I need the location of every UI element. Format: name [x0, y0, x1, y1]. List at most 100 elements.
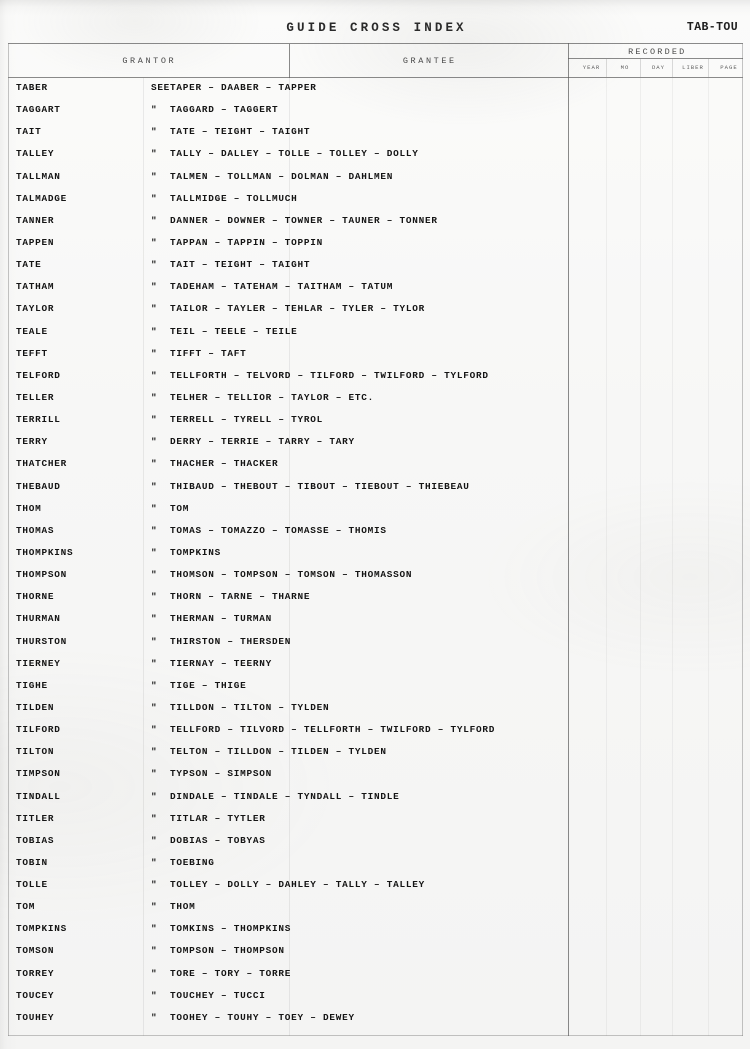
- grantee-variants: TIFFT – TAFT: [170, 347, 247, 359]
- table-row: TAIT " TATE – TEIGHT – TAIGHT: [8, 122, 743, 144]
- table-row: TAPPEN " TAPPAN – TAPPIN – TOPPIN: [8, 233, 743, 255]
- grantor-name: THEBAUD: [16, 480, 61, 492]
- grantee-variants: TOUCHEY – TUCCI: [170, 989, 266, 1001]
- table-row: TOBIAS " DOBIAS – TOBYAS: [8, 831, 743, 853]
- grantee-variants: TOOHEY – TOUHY – TOEY – DEWEY: [170, 1011, 355, 1023]
- grantor-name: TATE: [16, 259, 42, 271]
- table-row: TABER SEE TAPER – DAABER – TAPPER: [8, 78, 743, 100]
- table-row: TITLER " TITLAR – TYTLER: [8, 809, 743, 831]
- table-row: TOMPKINS " TOMKINS – THOMPKINS: [8, 919, 743, 941]
- table-row: TATHAM " TADEHAM – TATEHAM – TAITHAM – TAT…: [8, 277, 743, 299]
- grantor-name: TEALE: [16, 325, 48, 337]
- grantee-variants: DANNER – DOWNER – TOWNER – TAUNER – TONN…: [170, 214, 438, 226]
- grantor-name: TATHAM: [16, 281, 55, 293]
- grantor-name: THATCHER: [16, 458, 68, 470]
- table-row: TORREY " TORE – TORY – TORRE: [8, 964, 743, 986]
- table-row: THEBAUD " THIBAUD – THEBOUT – TIBOUT – TIE…: [8, 477, 743, 499]
- grantor-name: TIERNEY: [16, 657, 61, 669]
- grantor-name: TINDALL: [16, 790, 61, 802]
- grantor-name: TILFORD: [16, 724, 61, 736]
- grantee-variants: THOM: [170, 901, 196, 913]
- grantee-variants: TERRELL – TYRELL – TYROL: [170, 414, 324, 426]
- table-row: TERRILL " TERRELL – TYRELL – TYROL: [8, 410, 743, 432]
- grantor-name: TANNER: [16, 214, 55, 226]
- grantor-name: THORNE: [16, 591, 55, 603]
- grantor-name: TOM: [16, 901, 36, 913]
- table-row: TAGGART " TAGGARD – TAGGERT: [8, 100, 743, 122]
- grantee-variants: TIGE – THIGE: [170, 679, 247, 691]
- table-row: THATCHER " THACHER – THACKER: [8, 454, 743, 476]
- grantor-name: THOMAS: [16, 524, 55, 536]
- rule-bottom: [8, 1035, 743, 1036]
- grantee-variants: TAPPAN – TAPPIN – TOPPIN: [170, 236, 324, 248]
- grantor-name: TIGHE: [16, 679, 48, 691]
- grantor-name: TIMPSON: [16, 768, 61, 780]
- grantor-name: TOLLE: [16, 879, 48, 891]
- tab-range-label: TAB-TOU: [686, 21, 738, 34]
- grantor-name: TORREY: [16, 967, 55, 979]
- grantee-variants: TOEBING: [170, 856, 215, 868]
- grantee-variants: THACHER – THACKER: [170, 458, 279, 470]
- column-header-mo: MO: [620, 64, 630, 71]
- table-row: TOUHEY " TOOHEY – TOUHY – TOEY – DEWEY: [8, 1008, 743, 1030]
- grantee-variants: TORE – TORY – TORRE: [170, 967, 292, 979]
- grantor-name: TELLER: [16, 391, 55, 403]
- grantor-name: TAYLOR: [16, 303, 55, 315]
- table-row: TELLER " TELHER – TELLIOR – TAYLOR – ETC.: [8, 388, 743, 410]
- grantee-variants: TELLFORD – TILVORD – TELLFORTH – TWILFOR…: [170, 724, 496, 736]
- grantee-variants: TELTON – TILLDON – TILDEN – TYLDEN: [170, 746, 387, 758]
- masthead: GUIDE CROSS INDEX TAB-TOU: [0, 0, 750, 43]
- grantor-name: THOM: [16, 502, 42, 514]
- column-header-grantor: GRANTOR: [122, 56, 177, 66]
- column-header-page: PAGE: [720, 64, 738, 71]
- page-title: GUIDE CROSS INDEX: [286, 21, 467, 35]
- grantor-name: TALLEY: [16, 148, 55, 160]
- table-row: TIERNEY " TIERNAY – TEERNY: [8, 654, 743, 676]
- table-row: TALMADGE " TALLMIDGE – TOLLMUCH: [8, 189, 743, 211]
- grantee-variants: TOMKINS – THOMPKINS: [170, 923, 292, 935]
- grantee-variants: TILLDON – TILTON – TYLDEN: [170, 701, 330, 713]
- column-header-day: DAY: [651, 64, 666, 71]
- grantor-name: THOMPSON: [16, 569, 68, 581]
- index-rows: TABER SEE TAPER – DAABER – TAPPER TAGGART " T…: [8, 78, 743, 1035]
- grantor-name: TILTON: [16, 746, 55, 758]
- table-row: THURSTON " THIRSTON – THERSDEN: [8, 632, 743, 654]
- grantor-name: TELFORD: [16, 369, 61, 381]
- grantor-name: TAPPEN: [16, 236, 55, 248]
- grantee-variants: TOMPKINS: [170, 546, 222, 558]
- grantee-variants: TAGGARD – TAGGERT: [170, 104, 279, 116]
- grantee-variants: TITLAR – TYTLER: [170, 812, 266, 824]
- table-row: TOMSON " TOMPSON – THOMPSON: [8, 941, 743, 963]
- column-header-grantee: GRANTEE: [402, 56, 457, 66]
- grantee-variants: TELHER – TELLIOR – TAYLOR – ETC.: [170, 391, 375, 403]
- table-row: TALLMAN " TALMEN – TOLLMAN – DOLMAN – DAHL…: [8, 167, 743, 189]
- table-row: TEFFT " TIFFT – TAFT: [8, 344, 743, 366]
- grantee-variants: THORN – TARNE – THARNE: [170, 591, 311, 603]
- table-row: TILDEN " TILLDON – TILTON – TYLDEN: [8, 698, 743, 720]
- grantor-name: TALMADGE: [16, 192, 68, 204]
- table-row: TOBIN " TOEBING: [8, 853, 743, 875]
- grantee-variants: TAPER – DAABER – TAPPER: [170, 82, 317, 93]
- table-row: THOM " TOM: [8, 499, 743, 521]
- table-row: TERRY " DERRY – TERRIE – TARRY – TARY: [8, 432, 743, 454]
- grantee-variants: TOLLEY – DOLLY – DAHLEY – TALLY – TALLEY: [170, 879, 426, 891]
- table-row: TILTON " TELTON – TILLDON – TILDEN – TYLDE…: [8, 742, 743, 764]
- grantor-name: TILDEN: [16, 701, 55, 713]
- grantee-variants: TEIL – TEELE – TEILE: [170, 325, 298, 337]
- grantor-name: TOMPKINS: [16, 923, 68, 935]
- table-row: TOLLE " TOLLEY – DOLLY – DAHLEY – TALLY – …: [8, 875, 743, 897]
- grantee-variants: DOBIAS – TOBYAS: [170, 834, 266, 846]
- grantee-variants: TIERNAY – TEERNY: [170, 657, 273, 669]
- table-row: TOUCEY " TOUCHEY – TUCCI: [8, 986, 743, 1008]
- grantee-variants: TOMPSON – THOMPSON: [170, 945, 285, 957]
- table-row: TINDALL " DINDALE – TINDALE – TYNDALL – TI…: [8, 787, 743, 809]
- grantee-variants: THOMSON – TOMPSON – TOMSON – THOMASSON: [170, 569, 413, 581]
- grantor-name: TOMSON: [16, 945, 55, 957]
- grantee-variants: DINDALE – TINDALE – TYNDALL – TINDLE: [170, 790, 400, 802]
- grantee-variants: TOM: [170, 502, 190, 514]
- grantee-variants: TALLY – DALLEY – TOLLE – TOLLEY – DOLLY: [170, 148, 419, 160]
- grantee-variants: DERRY – TERRIE – TARRY – TARY: [170, 436, 355, 448]
- table-row: THURMAN " THERMAN – TURMAN: [8, 609, 743, 631]
- grantor-name: THURSTON: [16, 635, 68, 647]
- column-header-band: GRANTOR GRANTEE RECORDED YEAR MO DAY LIB…: [8, 44, 743, 78]
